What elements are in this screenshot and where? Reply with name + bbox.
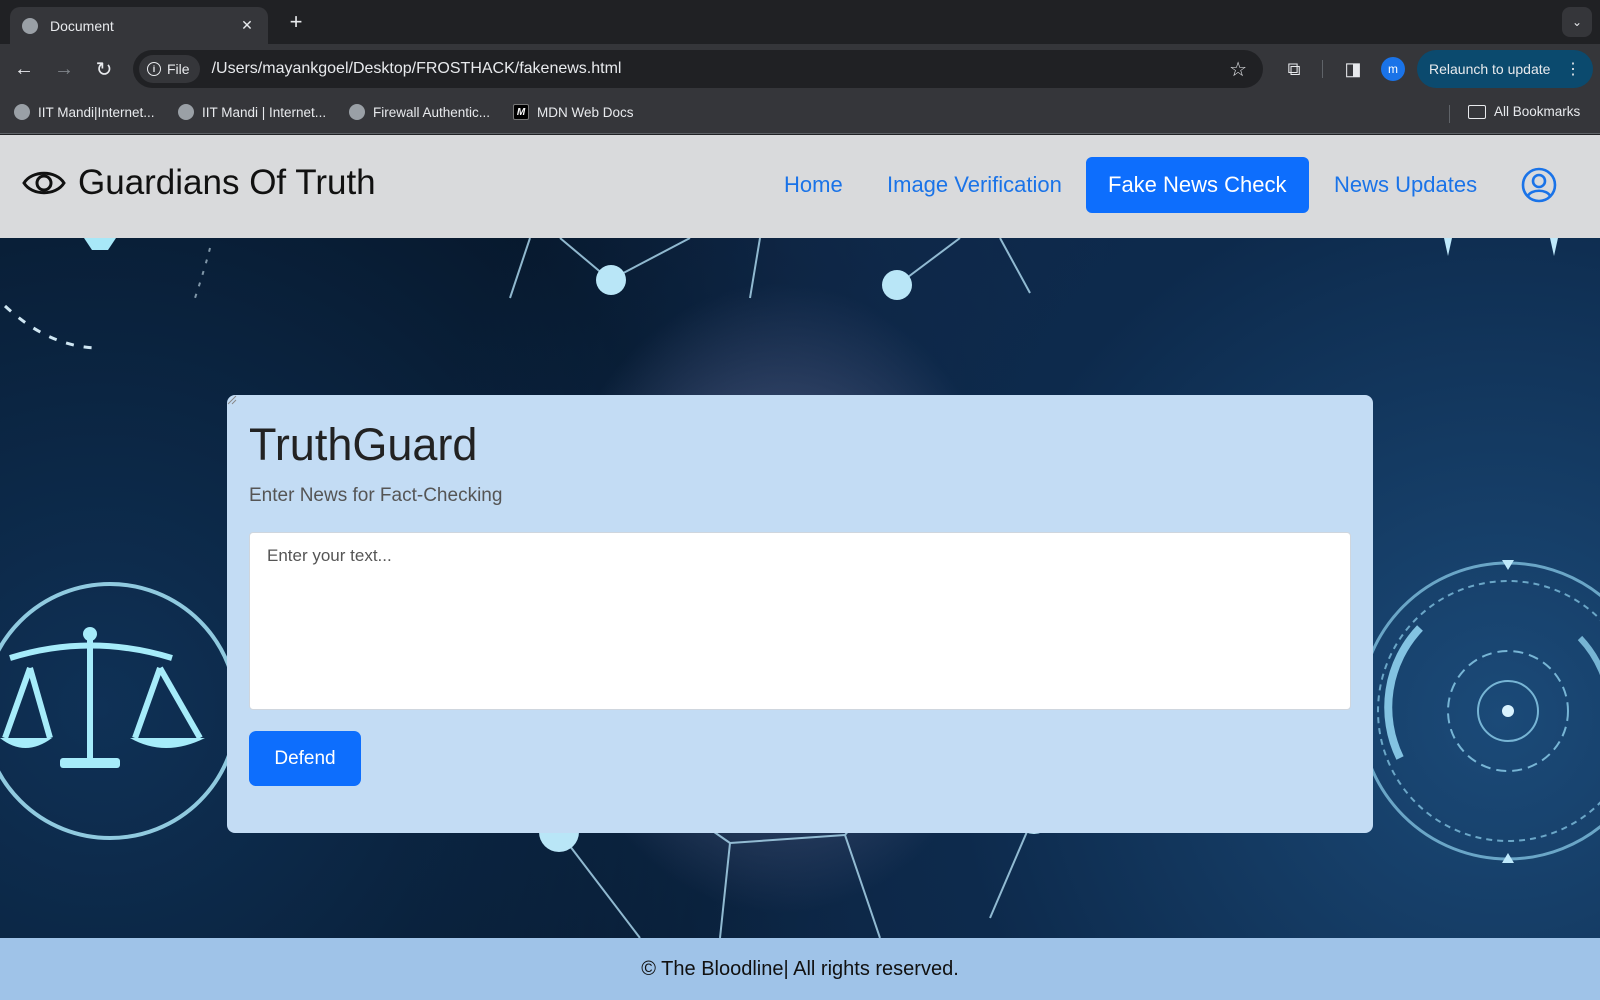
reload-button[interactable]: ↻ (92, 57, 116, 81)
site-info-chip[interactable]: i File (139, 55, 200, 83)
globe-icon (14, 104, 30, 120)
news-text-input[interactable] (249, 532, 1351, 710)
profile-avatar[interactable]: m (1381, 57, 1405, 81)
side-panel-icon[interactable]: ◨ (1341, 57, 1365, 81)
forward-button[interactable]: → (52, 57, 76, 81)
globe-icon (178, 104, 194, 120)
bookmark-star-icon[interactable]: ☆ (1229, 57, 1247, 82)
arrow-right-icon: → (54, 57, 74, 80)
site-info-label: File (167, 61, 190, 77)
hero-background: TruthGuard Enter News for Fact-Checking … (0, 238, 1600, 938)
site-navbar: Guardians Of Truth Home Image Verificati… (0, 135, 1600, 238)
bookmark-item[interactable]: IIT Mandi|Internet... (14, 104, 155, 120)
browser-toolbar: ← → ↻ i File /Users/mayankgoel/Desktop/F… (0, 44, 1600, 94)
relaunch-button[interactable]: Relaunch to update ⋮ (1417, 50, 1593, 88)
tab-title: Document (50, 17, 114, 34)
toolbar-divider (1322, 60, 1323, 78)
card-title: TruthGuard (249, 419, 478, 470)
arrow-left-icon: ← (14, 57, 34, 80)
eye-icon (22, 171, 66, 195)
nav-news-updates[interactable]: News Updates (1312, 157, 1499, 213)
close-tab-icon[interactable]: ✕ (238, 17, 256, 34)
bookmark-label: Firewall Authentic... (373, 104, 491, 120)
page-viewport: Guardians Of Truth Home Image Verificati… (0, 135, 1600, 1000)
bookmarks-bar: IIT Mandi|Internet... IIT Mandi | Intern… (0, 94, 1600, 134)
chevron-down-icon: ⌄ (1571, 15, 1583, 29)
card-subtitle: Enter News for Fact-Checking (249, 485, 503, 506)
all-bookmarks-label: All Bookmarks (1494, 104, 1581, 119)
footer-text: © The Bloodline| All rights reserved. (641, 957, 959, 980)
url-text[interactable]: /Users/mayankgoel/Desktop/FROSTHACK/fake… (212, 60, 1230, 78)
bookmark-item[interactable]: Firewall Authentic... (349, 104, 490, 120)
globe-icon (349, 104, 365, 120)
info-icon: i (147, 62, 161, 76)
browser-tabbar: Document ✕ + ⌄ (0, 0, 1600, 44)
truthguard-card: TruthGuard Enter News for Fact-Checking … (227, 395, 1373, 833)
extensions-icon[interactable]: ⧉ (1282, 57, 1306, 81)
relaunch-label: Relaunch to update (1429, 61, 1551, 77)
folder-icon (1468, 104, 1486, 119)
bookmarks-divider (1449, 105, 1450, 123)
nav-image-verification[interactable]: Image Verification (865, 157, 1084, 213)
user-profile-icon[interactable] (1521, 167, 1557, 203)
address-bar[interactable]: i File /Users/mayankgoel/Desktop/FROSTHA… (133, 50, 1263, 88)
nav-home[interactable]: Home (762, 157, 865, 213)
brand-name: Guardians Of Truth (78, 163, 376, 202)
bookmark-label: MDN Web Docs (537, 104, 634, 120)
globe-icon (22, 17, 38, 34)
reload-icon: ↻ (95, 58, 113, 81)
menu-dots-icon[interactable]: ⋮ (1565, 59, 1581, 79)
bookmark-item[interactable]: IIT Mandi | Internet... (178, 104, 326, 120)
back-button[interactable]: ← (12, 57, 36, 81)
bookmark-label: IIT Mandi | Internet... (202, 104, 327, 120)
nav-fake-news-check[interactable]: Fake News Check (1086, 157, 1309, 213)
resize-handle-icon[interactable] (227, 395, 237, 405)
bookmark-item[interactable]: M MDN Web Docs (513, 104, 634, 120)
bookmark-label: IIT Mandi|Internet... (38, 104, 155, 120)
tab-search-button[interactable]: ⌄ (1562, 7, 1592, 37)
site-footer: © The Bloodline| All rights reserved. (0, 938, 1600, 1000)
new-tab-button[interactable]: + (283, 9, 309, 35)
site-brand[interactable]: Guardians Of Truth (22, 163, 376, 203)
mdn-icon: M (513, 104, 529, 120)
defend-button[interactable]: Defend (249, 731, 361, 786)
all-bookmarks-button[interactable]: All Bookmarks (1468, 104, 1580, 119)
browser-tab[interactable]: Document ✕ (10, 7, 268, 44)
